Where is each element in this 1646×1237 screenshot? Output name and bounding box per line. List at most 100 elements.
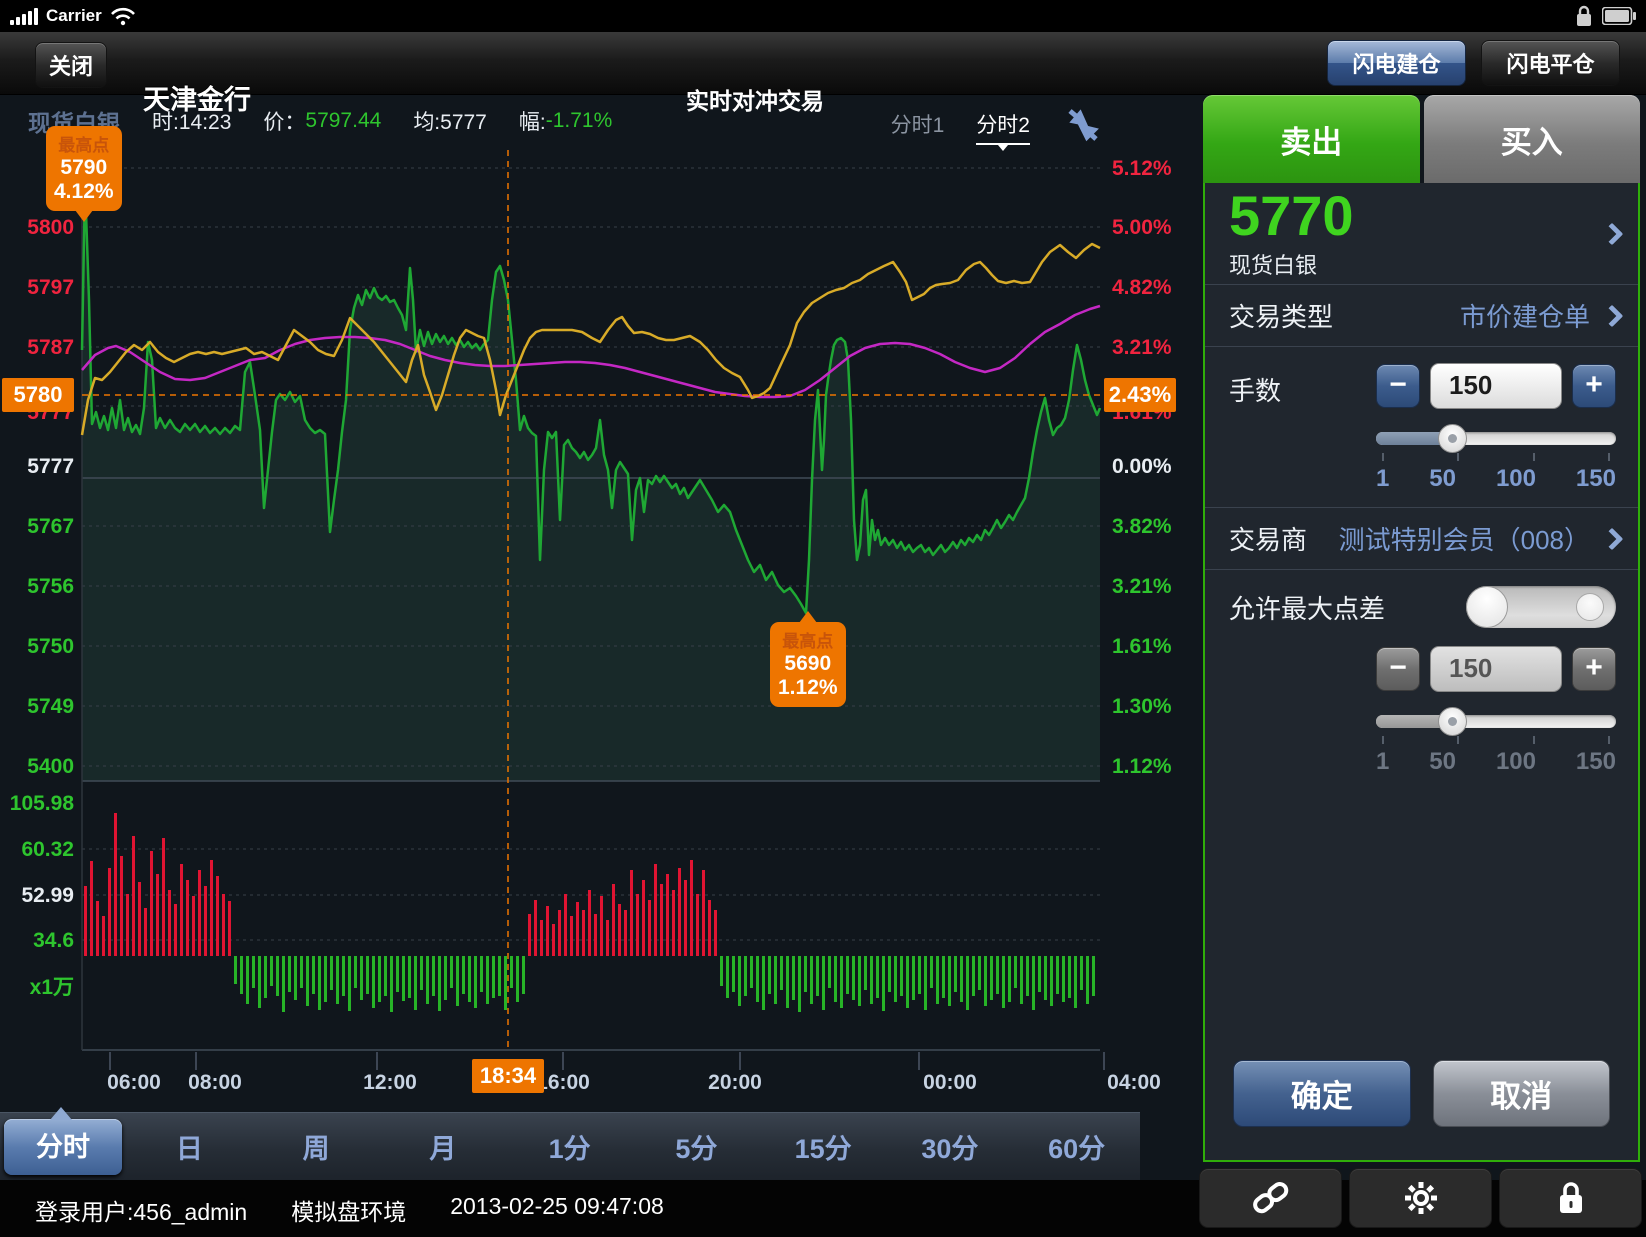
- volume-bar: [390, 956, 393, 1012]
- confirm-button[interactable]: 确定: [1233, 1060, 1411, 1127]
- volume-bar: [594, 914, 597, 956]
- quote-row[interactable]: 5770 现货白银: [1205, 183, 1638, 285]
- quote-symbol: 现货白银: [1229, 248, 1354, 280]
- volume-bar: [132, 836, 135, 956]
- volume-bar: [684, 880, 687, 956]
- volume-bar: [816, 956, 819, 996]
- flash-close-button[interactable]: 闪电平仓: [1481, 40, 1620, 86]
- trade-panel: 卖出 买入 5770 现货白银 交易类型 市价建仓单 手数: [1203, 95, 1640, 1162]
- volume-bar: [1026, 956, 1029, 996]
- volume-bar: [720, 956, 723, 986]
- volume-bar: [444, 956, 447, 1000]
- wifi-icon: [110, 6, 136, 26]
- period-tab-5分[interactable]: 5分: [633, 1127, 760, 1166]
- volume-bar: [504, 956, 507, 1010]
- lots-slider-thumb[interactable]: [1438, 424, 1467, 453]
- spread-slider-thumb[interactable]: [1438, 707, 1467, 736]
- max-spread-label: 允许最大点差: [1229, 589, 1385, 626]
- axis-label: 5797: [27, 276, 74, 299]
- period-tab-30分[interactable]: 30分: [887, 1127, 1014, 1166]
- volume-bar: [732, 956, 735, 992]
- volume-bar: [630, 870, 633, 956]
- settings-button[interactable]: [1349, 1168, 1492, 1228]
- volume-bar: [882, 956, 885, 1011]
- lock-button[interactable]: [1499, 1168, 1642, 1228]
- flash-open-button[interactable]: 闪电建仓: [1327, 40, 1466, 86]
- volume-bar: [972, 956, 975, 996]
- period-tab-1分[interactable]: 1分: [506, 1127, 633, 1166]
- volume-bar: [846, 956, 849, 994]
- axis-label: 52.99: [21, 884, 74, 907]
- volume-bar: [396, 956, 399, 992]
- volume-bar: [546, 906, 549, 956]
- volume-bar: [198, 870, 201, 956]
- trade-type-value: 市价建仓单: [1460, 297, 1590, 334]
- axis-label: 5749: [27, 695, 74, 718]
- link-button[interactable]: [1199, 1168, 1342, 1228]
- period-tab-周[interactable]: 周: [253, 1127, 380, 1166]
- volume-bar: [1014, 956, 1017, 988]
- buy-tab[interactable]: 买入: [1424, 95, 1641, 183]
- spread-plus-button[interactable]: +: [1572, 647, 1616, 691]
- price-chart[interactable]: 5958005797578757775777576757565750574954…: [0, 95, 1203, 1095]
- period-tab-分时[interactable]: 分时: [4, 1119, 122, 1175]
- spread-slider[interactable]: [1376, 706, 1616, 736]
- volume-bar: [168, 890, 171, 956]
- volume-bar: [384, 956, 387, 996]
- volume-bar: [600, 896, 603, 956]
- volume-bar: [810, 956, 813, 1004]
- volume-bar: [576, 902, 579, 956]
- volume-bar: [126, 894, 129, 956]
- environment-label: 模拟盘环境: [291, 1193, 406, 1227]
- volume-bar: [618, 904, 621, 956]
- volume-bar: [90, 861, 93, 956]
- trade-type-row[interactable]: 交易类型 市价建仓单: [1205, 285, 1638, 347]
- period-tab-15分[interactable]: 15分: [760, 1127, 887, 1166]
- axis-label: 5767: [27, 515, 74, 538]
- volume-bar: [966, 956, 969, 1010]
- volume-bar: [900, 956, 903, 996]
- lots-label: 手数: [1229, 363, 1281, 493]
- volume-bar: [660, 884, 663, 956]
- lots-input[interactable]: 150: [1430, 363, 1562, 409]
- volume-bar: [924, 956, 927, 1010]
- volume-bar: [408, 956, 411, 998]
- lots-plus-button[interactable]: +: [1572, 364, 1616, 408]
- max-spread-toggle[interactable]: [1466, 586, 1616, 628]
- lots-minus-button[interactable]: −: [1376, 364, 1420, 408]
- volume-bar: [372, 956, 375, 1008]
- volume-bar: [300, 956, 303, 988]
- period-tab-bar: 分时日周月1分5分15分30分60分: [0, 1112, 1140, 1180]
- spread-input[interactable]: 150: [1430, 646, 1562, 692]
- volume-bar: [162, 838, 165, 956]
- volume-bar: [954, 956, 957, 992]
- volume-bar: [888, 956, 891, 992]
- annotation-high-1: 最高点 5790 4.12%: [46, 126, 122, 211]
- broker-row[interactable]: 交易商 测试特别会员（008）: [1205, 508, 1638, 570]
- volume-bar: [264, 956, 267, 998]
- sell-tab[interactable]: 卖出: [1203, 95, 1420, 183]
- max-spread-row: 允许最大点差 − 150 +: [1205, 570, 1638, 790]
- cancel-button[interactable]: 取消: [1433, 1060, 1611, 1127]
- close-button[interactable]: 关闭: [35, 42, 107, 88]
- volume-bar: [282, 956, 285, 1012]
- lots-slider[interactable]: [1376, 423, 1616, 453]
- volume-bar: [762, 956, 765, 1010]
- period-tab-月[interactable]: 月: [380, 1127, 507, 1166]
- volume-bar: [354, 956, 357, 988]
- volume-bar: [510, 956, 513, 988]
- gear-icon: [1403, 1180, 1439, 1216]
- axis-label: x1万: [30, 976, 74, 999]
- axis-label: 5750: [27, 635, 74, 658]
- volume-bar: [450, 956, 453, 988]
- period-tab-60分[interactable]: 60分: [1013, 1127, 1140, 1166]
- period-tab-日[interactable]: 日: [126, 1127, 253, 1166]
- quote-price: 5770: [1229, 188, 1354, 244]
- spread-minus-button[interactable]: −: [1376, 647, 1420, 691]
- axis-label: 08:00: [188, 1071, 242, 1094]
- volume-bar: [864, 956, 867, 990]
- axis-label: 34.6: [33, 929, 74, 952]
- axis-label: 5.00%: [1112, 216, 1172, 239]
- volume-bar: [726, 956, 729, 998]
- volume-bar: [192, 896, 195, 956]
